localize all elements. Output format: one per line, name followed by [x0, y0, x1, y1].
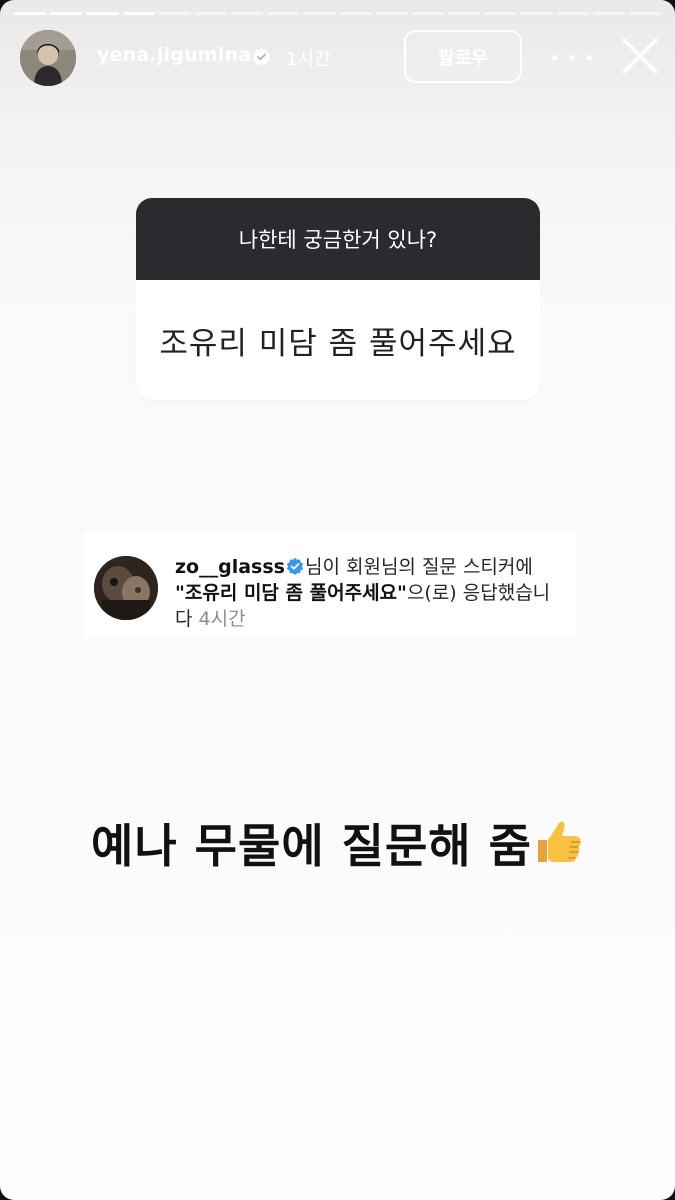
progress-segment — [267, 12, 300, 15]
question-reply-notification: zo__glasss 님이 회원님의 질문 스티커에 "조유리 미담 좀 풀어주세… — [84, 532, 576, 638]
progress-segment — [86, 12, 119, 15]
progress-segment — [303, 12, 336, 15]
reply-quoted-answer: "조유리 미담 좀 풀어주세요" — [175, 582, 407, 604]
progress-segment — [411, 12, 445, 15]
question-sticker-prompt: 나한테 궁금한거 있나? — [136, 198, 540, 280]
progress-segment — [194, 12, 228, 15]
progress-segment — [231, 12, 264, 15]
progress-segment — [339, 12, 372, 15]
progress-segment — [50, 12, 83, 15]
progress-segment — [592, 12, 625, 15]
progress-segment — [14, 12, 47, 15]
profile-username[interactable]: yena.jigumina — [97, 44, 251, 66]
reply-text-part1: 님이 회원님의 질문 스티커에 — [304, 556, 533, 578]
reply-text-part2: 으(로) 응답했습니 — [406, 582, 551, 604]
close-icon[interactable] — [620, 36, 660, 76]
question-sticker-answer: 조유리 미담 좀 풀어주세요 — [159, 325, 517, 362]
question-sticker: 나한테 궁금한거 있나? 조유리 미담 좀 풀어주세요 — [136, 198, 540, 400]
progress-segment — [484, 12, 517, 15]
story-progress-bar — [14, 12, 662, 15]
profile-avatar[interactable] — [20, 30, 76, 86]
reply-text-tail: 다 — [175, 608, 193, 630]
story-caption: 예나 무물에 질문해 줌 — [0, 810, 675, 876]
progress-segment — [556, 12, 589, 15]
story-time: 1시간 — [286, 49, 331, 70]
progress-segment — [375, 12, 408, 15]
follow-button[interactable]: 팔로우 — [404, 30, 522, 83]
reply-username: zo__glasss — [175, 556, 285, 578]
reply-user-avatar — [94, 556, 158, 620]
thumbs-up-icon — [537, 821, 581, 862]
caption-text: 예나 무물에 질문해 줌 — [91, 819, 532, 873]
progress-segment — [158, 12, 191, 15]
reply-time: 4시간 — [198, 608, 246, 630]
story-viewer[interactable]: yena.jigumina 1시간 팔로우 나한테 궁금한거 있나? 조유리 미… — [0, 0, 675, 1200]
progress-segment — [122, 12, 155, 15]
reply-message: zo__glasss 님이 회원님의 질문 스티커에 "조유리 미담 좀 풀어주세… — [175, 554, 575, 632]
more-horizontal-icon[interactable] — [552, 48, 592, 68]
progress-segment — [520, 12, 553, 15]
progress-segment — [448, 12, 481, 15]
verified-badge-icon — [286, 557, 304, 575]
progress-segment — [628, 12, 662, 15]
verified-badge-icon — [252, 47, 271, 66]
